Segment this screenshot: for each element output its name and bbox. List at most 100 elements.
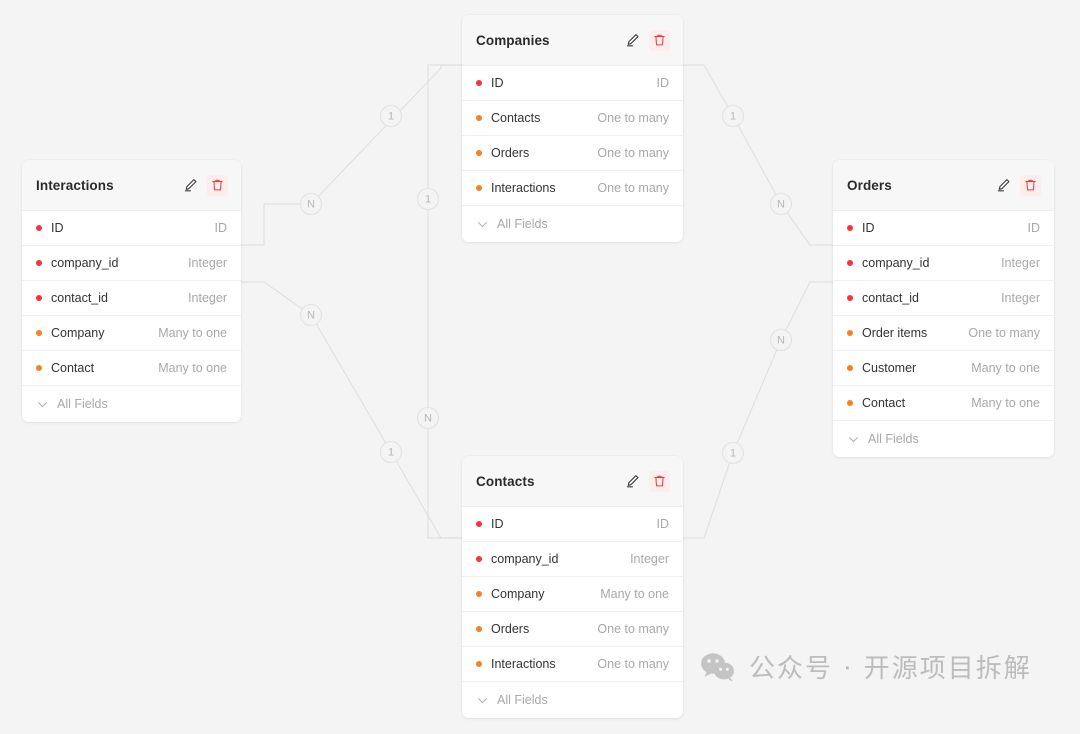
table-header-actions (180, 174, 228, 196)
table-field-row[interactable]: Contacts One to many (462, 101, 683, 136)
svg-text:N: N (307, 310, 315, 322)
table-card-orders[interactable]: Orders ID ID company_id Integer contact_id Int… (833, 160, 1054, 457)
field-name: ID (491, 76, 504, 90)
edit-table-button[interactable] (622, 30, 643, 51)
primary-key-dot-icon (847, 225, 853, 231)
primary-key-dot-icon (36, 295, 42, 301)
cardinality-badge: 1 (416, 187, 440, 211)
field-name: ID (491, 517, 504, 531)
delete-table-button[interactable] (1020, 174, 1041, 196)
cardinality-badge: N (769, 328, 793, 352)
primary-key-dot-icon (476, 80, 482, 86)
field-type: Many to one (600, 587, 669, 601)
field-type: ID (656, 76, 670, 90)
chevron-down-icon (476, 218, 489, 231)
field-name: contact_id (51, 291, 108, 305)
table-field-row[interactable]: company_id Integer (22, 246, 241, 281)
relation-dot-icon (476, 591, 482, 597)
primary-key-dot-icon (847, 260, 853, 266)
chevron-down-icon (849, 436, 858, 442)
table-field-row[interactable]: ID ID (22, 211, 241, 246)
svg-text:1: 1 (730, 448, 736, 460)
table-field-row[interactable]: company_id Integer (462, 542, 683, 577)
all-fields-label: All Fields (57, 397, 108, 411)
watermark: 公众号 · 开源项目拆解 (700, 648, 1032, 685)
all-fields-toggle[interactable]: All Fields (462, 206, 683, 242)
chevron-down-icon (478, 697, 487, 703)
field-type: Many to one (971, 396, 1040, 410)
table-field-row[interactable]: Customer Many to one (833, 351, 1054, 386)
table-field-row[interactable]: ID ID (833, 211, 1054, 246)
table-field-row[interactable]: Orders One to many (462, 136, 683, 171)
cardinality-badge: N (299, 303, 323, 327)
table-header-contacts: Contacts (462, 456, 683, 507)
edge-companies-orders (683, 64, 833, 246)
table-card-companies[interactable]: Companies ID ID Contacts One to many Orders On… (462, 15, 683, 242)
table-field-row[interactable]: ID ID (462, 507, 683, 542)
all-fields-toggle[interactable]: All Fields (22, 386, 241, 422)
table-field-row[interactable]: company_id Integer (833, 246, 1054, 281)
relation-dot-icon (476, 661, 482, 667)
table-field-row[interactable]: Contact Many to one (22, 351, 241, 386)
table-field-row[interactable]: Company Many to one (462, 577, 683, 612)
cardinality-badge: N (769, 192, 793, 216)
table-field-row[interactable]: Orders One to many (462, 612, 683, 647)
table-field-row[interactable]: Company Many to one (22, 316, 241, 351)
field-type: ID (656, 517, 670, 531)
trash-icon (212, 179, 223, 191)
relation-dot-icon (476, 185, 482, 191)
field-name: Company (51, 326, 105, 340)
edge-companies-contacts (427, 64, 462, 539)
svg-text:N: N (777, 199, 785, 211)
field-type: Many to one (971, 361, 1040, 375)
field-type: ID (1027, 221, 1041, 235)
table-card-interactions[interactable]: Interactions ID ID company_id Integer contact… (22, 160, 241, 422)
table-field-row[interactable]: contact_id Integer (833, 281, 1054, 316)
chevron-down-icon (847, 433, 860, 446)
svg-text:1: 1 (388, 447, 394, 459)
table-header-actions (622, 470, 670, 492)
delete-table-button[interactable] (649, 470, 670, 492)
primary-key-dot-icon (36, 260, 42, 266)
delete-table-button[interactable] (649, 29, 670, 51)
table-field-row[interactable]: Interactions One to many (462, 647, 683, 682)
table-field-row[interactable]: Interactions One to many (462, 171, 683, 206)
relation-dot-icon (476, 115, 482, 121)
edit-table-button[interactable] (622, 471, 643, 492)
table-field-row[interactable]: Contact Many to one (833, 386, 1054, 421)
field-name: ID (862, 221, 875, 235)
field-name: Order items (862, 326, 928, 340)
table-title: Interactions (36, 177, 114, 193)
primary-key-dot-icon (847, 295, 853, 301)
field-type: One to many (968, 326, 1040, 340)
table-title: Companies (476, 32, 550, 48)
table-card-contacts[interactable]: Contacts ID ID company_id Integer Company Many… (462, 456, 683, 718)
cardinality-badge: N (416, 406, 440, 430)
chevron-down-icon (478, 221, 487, 227)
pencil-icon (184, 179, 196, 192)
cardinality-badge: 1 (379, 104, 403, 128)
all-fields-toggle[interactable]: All Fields (462, 682, 683, 718)
table-header-actions (622, 29, 670, 51)
table-field-row[interactable]: Order items One to many (833, 316, 1054, 351)
relation-dot-icon (36, 330, 42, 336)
field-name: Interactions (491, 657, 556, 671)
delete-table-button[interactable] (207, 174, 228, 196)
field-name: ID (51, 221, 64, 235)
trash-icon (1025, 179, 1036, 191)
field-name: Customer (862, 361, 917, 375)
edge-companies-interactions (241, 64, 462, 246)
edit-table-button[interactable] (993, 175, 1014, 196)
field-name: Contact (862, 396, 906, 410)
table-field-row[interactable]: contact_id Integer (22, 281, 241, 316)
all-fields-label: All Fields (497, 217, 548, 231)
primary-key-dot-icon (36, 225, 42, 231)
field-name: company_id (491, 552, 559, 566)
trash-icon (654, 34, 665, 46)
relation-dot-icon (847, 365, 853, 371)
edit-table-button[interactable] (180, 175, 201, 196)
field-name: company_id (51, 256, 119, 270)
table-field-row[interactable]: ID ID (462, 66, 683, 101)
table-title: Orders (847, 177, 892, 193)
all-fields-toggle[interactable]: All Fields (833, 421, 1054, 457)
